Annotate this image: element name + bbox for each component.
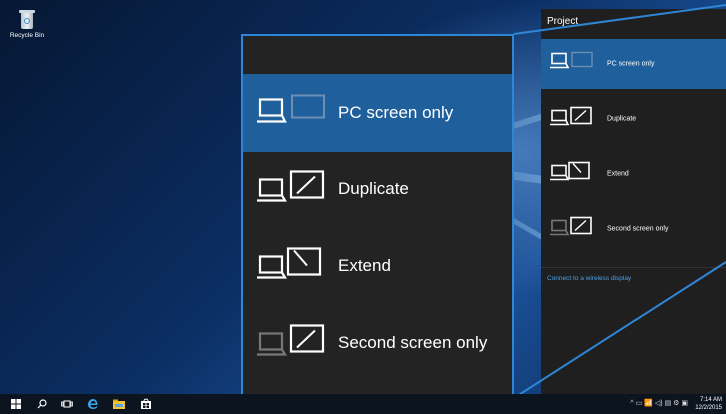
duplicate-icon — [256, 170, 328, 209]
action-center-icon[interactable]: ▤ — [665, 400, 672, 407]
option-label: Second screen only — [338, 333, 488, 352]
notification-icon[interactable]: ▣ — [681, 400, 688, 407]
clock-date: 12/2/2015 — [695, 405, 722, 411]
task-view-icon[interactable] — [60, 397, 74, 411]
file-explorer-icon[interactable] — [112, 397, 126, 411]
settings-icon[interactable]: ⚙ — [673, 400, 679, 407]
start-icon[interactable] — [9, 397, 23, 411]
battery-icon[interactable]: ▭ — [636, 400, 643, 407]
store-icon[interactable] — [139, 397, 153, 411]
pc-screen-only-icon — [256, 94, 328, 133]
clock-time: 7:14 AM — [699, 397, 722, 403]
zoom-option-pc-screen-only[interactable]: PC screen only — [243, 74, 512, 152]
extend-icon — [256, 247, 328, 286]
search-icon[interactable] — [35, 397, 49, 411]
option-label: Extend — [338, 256, 391, 275]
zoom-option-duplicate[interactable]: Duplicate — [243, 150, 512, 228]
option-label: PC screen only — [338, 103, 454, 122]
taskbar: ^ ▭ 📶 ◁) ▤ ⚙ ▣ 7:14 AM 12/2/2015 — [0, 394, 726, 414]
volume-icon[interactable]: ◁) — [655, 400, 663, 407]
network-icon[interactable]: 📶 — [644, 400, 653, 407]
zoom-option-extend[interactable]: Extend — [243, 227, 512, 305]
clock[interactable]: 7:14 AM 12/2/2015 — [695, 396, 722, 412]
chevron-up-icon[interactable]: ^ — [630, 400, 633, 407]
edge-icon[interactable] — [86, 397, 100, 411]
zoomed-project-callout: PC screen only Duplicate Extend Second s… — [241, 34, 514, 399]
zoom-option-second-screen-only[interactable]: Second screen only — [243, 304, 512, 382]
second-screen-only-icon — [256, 324, 328, 363]
option-label: Duplicate — [338, 179, 409, 198]
system-tray[interactable]: ^ ▭ 📶 ◁) ▤ ⚙ ▣ — [630, 399, 688, 407]
